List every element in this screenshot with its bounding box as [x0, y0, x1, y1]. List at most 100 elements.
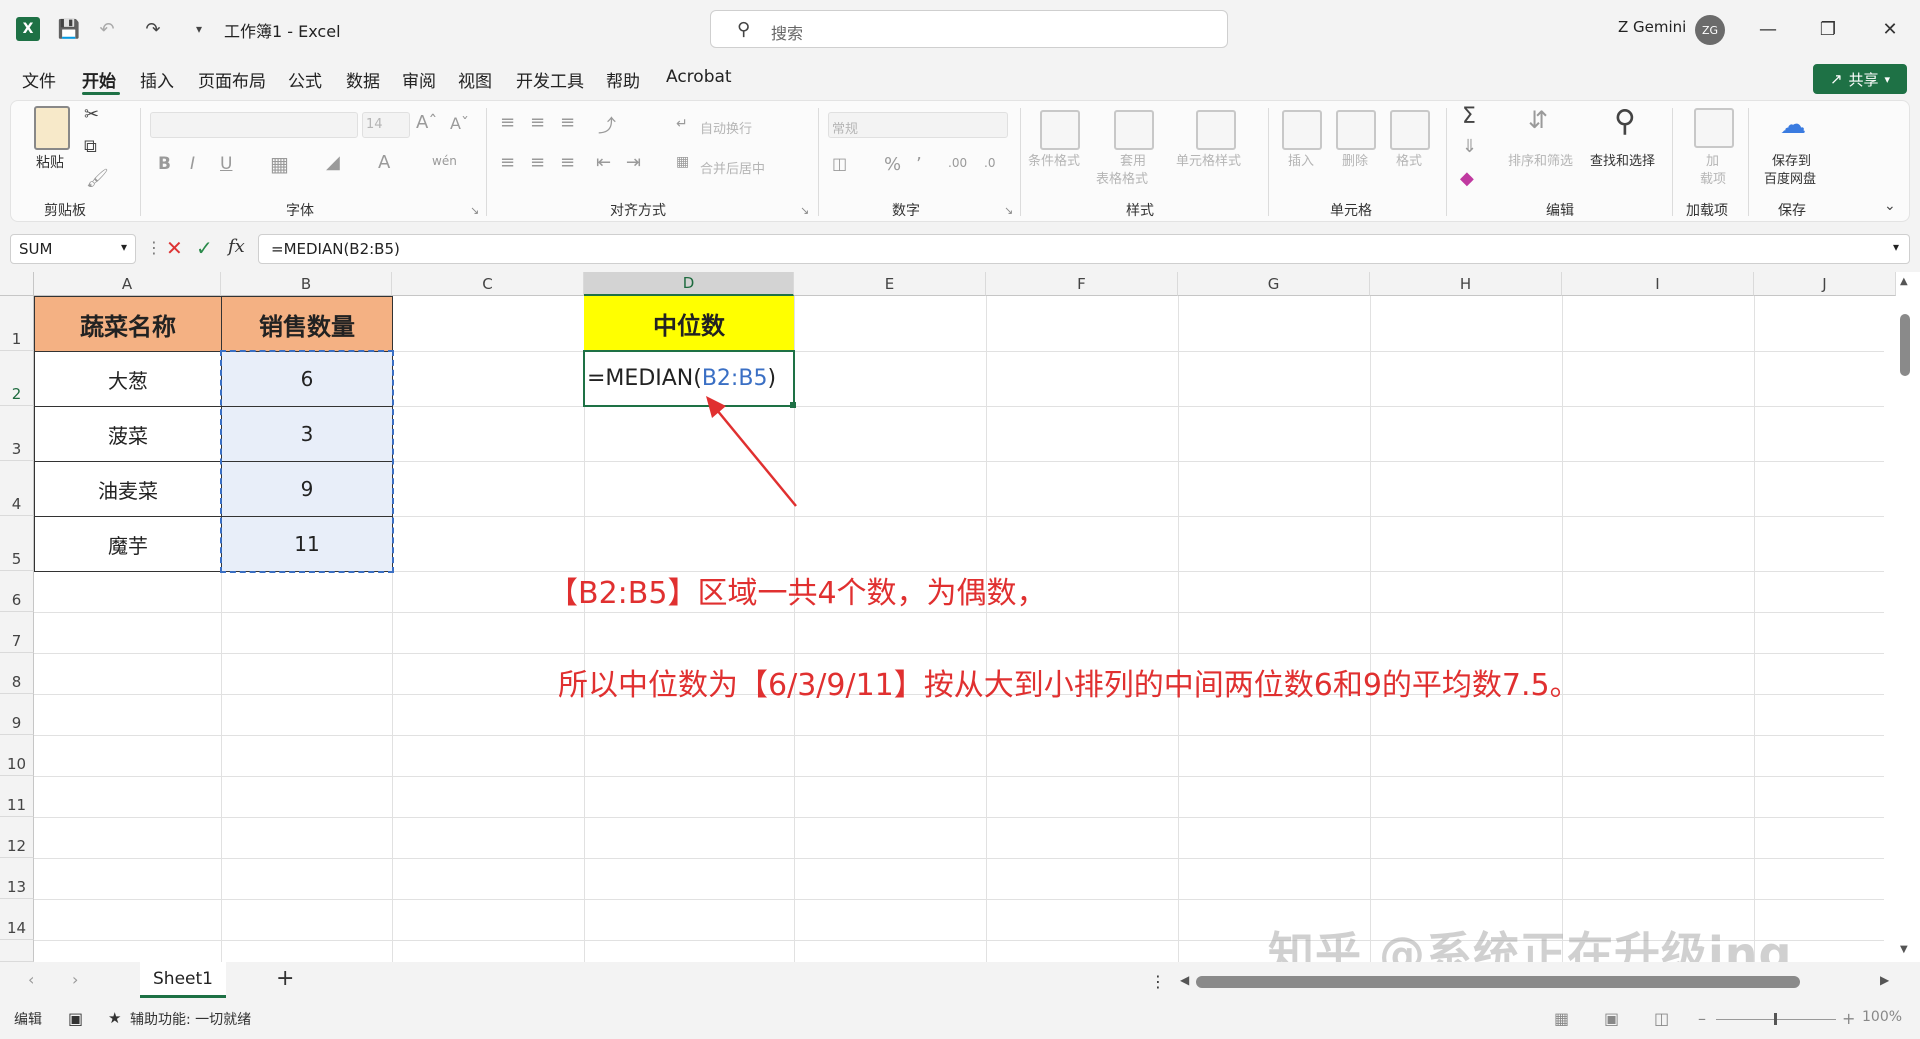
prev-sheet-icon[interactable]: ‹: [28, 970, 34, 989]
increase-indent-icon[interactable]: ⇥: [626, 152, 641, 173]
page-break-view-icon[interactable]: ◫: [1654, 1009, 1669, 1028]
cell-a2[interactable]: 大葱: [34, 351, 222, 407]
column-header-d[interactable]: D: [584, 272, 794, 296]
row-header-7[interactable]: 7: [0, 612, 34, 653]
row-header-12[interactable]: 12: [0, 817, 34, 858]
addins-icon[interactable]: [1694, 108, 1734, 148]
tab-file[interactable]: 文件: [22, 67, 56, 92]
avatar[interactable]: ZG: [1695, 15, 1725, 45]
find-select-label[interactable]: 查找和选择: [1590, 150, 1655, 169]
decrease-decimal-icon[interactable]: .0: [984, 156, 995, 170]
cell-d1-header[interactable]: 中位数: [584, 296, 794, 351]
percent-icon[interactable]: %: [884, 154, 901, 175]
wrap-text-icon[interactable]: ↵: [676, 116, 688, 132]
column-header-g[interactable]: G: [1178, 272, 1370, 296]
macro-record-icon[interactable]: ▣: [68, 1009, 83, 1028]
column-header-b[interactable]: B: [221, 272, 392, 296]
tab-data[interactable]: 数据: [346, 67, 380, 92]
collapse-ribbon-icon[interactable]: ⌄: [1884, 198, 1896, 214]
increase-font-icon[interactable]: Aˆ: [416, 112, 437, 133]
bold-icon[interactable]: B: [158, 154, 171, 174]
user-name[interactable]: Z Gemini: [1618, 18, 1686, 36]
format-cells-label[interactable]: 格式: [1396, 150, 1422, 169]
cell-b4[interactable]: 9: [221, 461, 393, 517]
row-header-6[interactable]: 6: [0, 571, 34, 612]
alignment-launcher-icon[interactable]: ↘: [800, 204, 809, 217]
page-layout-view-icon[interactable]: ▣: [1604, 1009, 1619, 1028]
tab-help[interactable]: 帮助: [606, 67, 640, 92]
fill-icon[interactable]: ⇓: [1462, 136, 1477, 157]
row-header-2[interactable]: 2: [0, 351, 34, 406]
cell-b3[interactable]: 3: [221, 406, 393, 462]
phonetic-icon[interactable]: wén: [432, 154, 457, 168]
enter-icon[interactable]: ✓: [196, 236, 213, 260]
format-as-table-label-2[interactable]: 表格格式: [1096, 168, 1148, 187]
zoom-slider-handle[interactable]: [1774, 1013, 1777, 1025]
italic-icon[interactable]: I: [190, 154, 195, 174]
decrease-indent-icon[interactable]: ⇤: [596, 152, 611, 173]
zoom-in-icon[interactable]: +: [1842, 1009, 1855, 1028]
cell-a1-header[interactable]: 蔬菜名称: [34, 296, 222, 352]
increase-decimal-icon[interactable]: .00: [948, 156, 967, 170]
zoom-level[interactable]: 100%: [1862, 1009, 1902, 1025]
column-header-i[interactable]: I: [1562, 272, 1754, 296]
copy-icon[interactable]: ⧉: [84, 136, 97, 157]
row-header-4[interactable]: 4: [0, 461, 34, 516]
merge-center-label[interactable]: 合并后居中: [700, 158, 765, 177]
column-header-c[interactable]: C: [392, 272, 584, 296]
sort-filter-icon[interactable]: ⇵: [1528, 106, 1548, 134]
redo-icon[interactable]: ↷: [140, 16, 166, 42]
column-header-j[interactable]: J: [1754, 272, 1896, 296]
paste-label[interactable]: 粘贴: [36, 152, 64, 172]
row-header-8[interactable]: 8: [0, 653, 34, 694]
column-header-f[interactable]: F: [986, 272, 1178, 296]
font-name-dropdown[interactable]: [150, 112, 358, 138]
row-header-10[interactable]: 10: [0, 735, 34, 776]
scroll-down-icon[interactable]: ▼: [1900, 944, 1908, 955]
horizontal-scroll-thumb[interactable]: [1196, 976, 1800, 988]
cell-a4[interactable]: 油麦菜: [34, 461, 222, 517]
expand-formula-icon[interactable]: ▾: [1893, 240, 1899, 254]
cut-icon[interactable]: ✂: [84, 104, 99, 125]
orientation-icon[interactable]: ⤴: [598, 112, 616, 138]
decrease-font-icon[interactable]: Aˇ: [450, 114, 469, 133]
formula-input[interactable]: =MEDIAN(B2:B5) ▾: [258, 234, 1910, 264]
number-launcher-icon[interactable]: ↘: [1004, 204, 1013, 217]
insert-function-icon[interactable]: fx: [228, 236, 245, 257]
add-sheet-button[interactable]: +: [276, 966, 294, 991]
cell-styles-icon[interactable]: [1196, 110, 1236, 150]
cancel-icon[interactable]: ✕: [166, 236, 183, 260]
format-cells-icon[interactable]: [1390, 110, 1430, 150]
format-painter-icon[interactable]: 🖌: [86, 168, 109, 189]
row-header-9[interactable]: 9: [0, 694, 34, 735]
tab-acrobat[interactable]: Acrobat: [666, 67, 732, 87]
align-center-icon[interactable]: ≡: [530, 152, 545, 173]
vertical-scrollbar[interactable]: [1896, 296, 1916, 962]
align-bottom-icon[interactable]: ≡: [560, 112, 575, 133]
addins-label-1[interactable]: 加: [1706, 150, 1719, 169]
baidu-cloud-icon[interactable]: ☁: [1780, 110, 1806, 140]
underline-icon[interactable]: U: [220, 154, 232, 174]
close-icon[interactable]: ✕: [1870, 14, 1910, 44]
tab-view[interactable]: 视图: [458, 67, 492, 92]
currency-icon[interactable]: ◫: [832, 154, 847, 173]
sheet-tab-sheet1[interactable]: Sheet1: [140, 962, 226, 998]
column-header-a[interactable]: A: [34, 272, 221, 296]
fill-color-icon[interactable]: ◢: [326, 152, 340, 173]
row-header-15[interactable]: [0, 940, 34, 962]
share-button[interactable]: ↗ 共享 ▾: [1813, 64, 1907, 94]
worksheet-grid[interactable]: A B C D E F G H I J 1 2 3 4 5 6 7 8 9 10…: [0, 272, 1920, 962]
tab-page-layout[interactable]: 页面布局: [198, 67, 266, 92]
row-header-11[interactable]: 11: [0, 776, 34, 817]
align-middle-icon[interactable]: ≡: [530, 112, 545, 133]
cell-b2[interactable]: 6: [221, 351, 393, 407]
scroll-left-icon[interactable]: ◀: [1180, 973, 1189, 987]
tab-insert[interactable]: 插入: [140, 67, 174, 92]
accessibility-status[interactable]: 辅助功能: 一切就绪: [130, 1009, 251, 1029]
borders-icon[interactable]: ▦: [270, 152, 289, 176]
cell-b1-header[interactable]: 销售数量: [221, 296, 393, 352]
tab-formulas[interactable]: 公式: [288, 67, 322, 92]
tab-home[interactable]: 开始: [82, 67, 116, 92]
save-icon[interactable]: 💾: [56, 16, 82, 42]
tab-developer[interactable]: 开发工具: [516, 67, 584, 92]
